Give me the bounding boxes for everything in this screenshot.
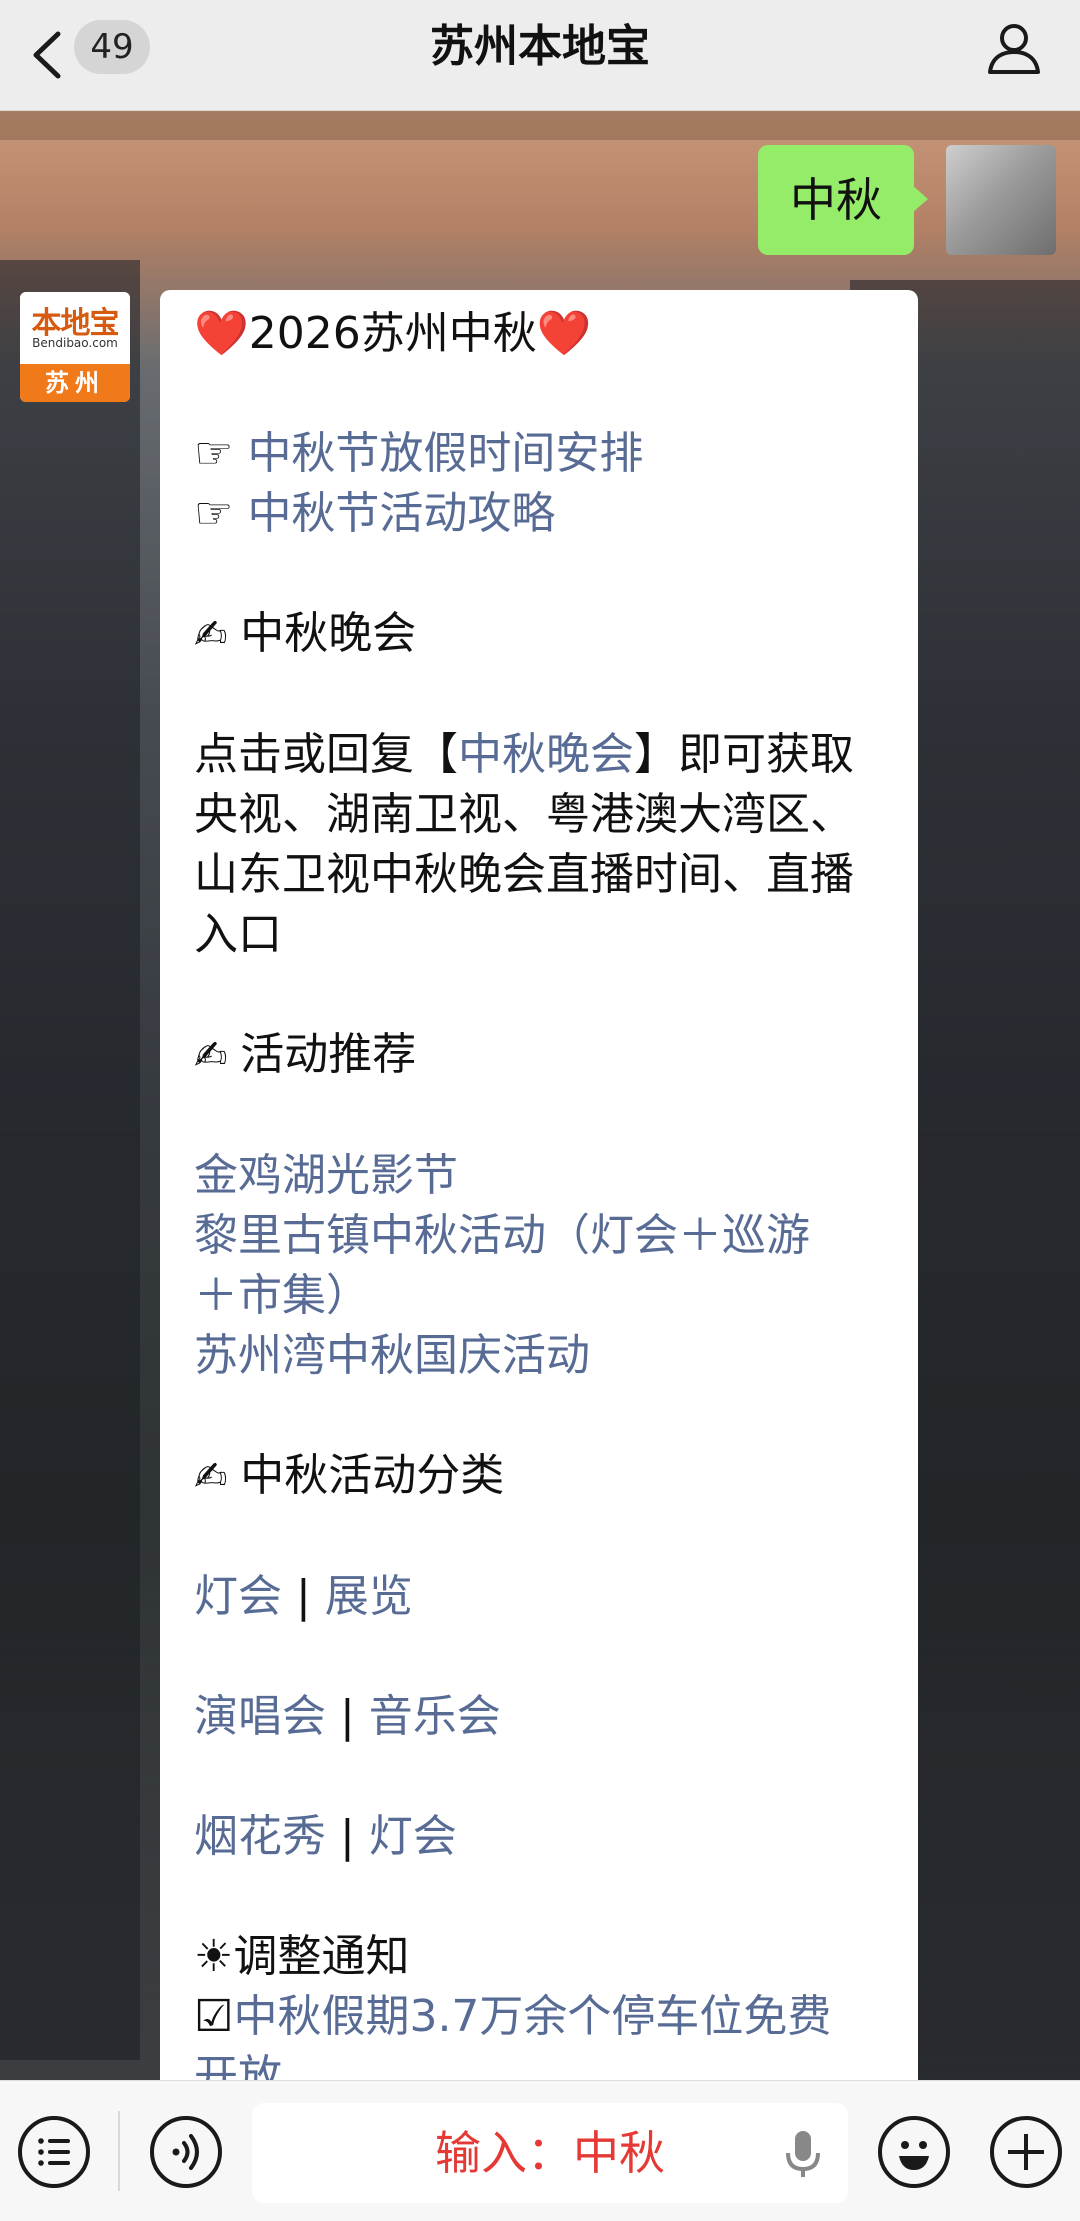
message-link[interactable]: 灯会 <box>194 1571 282 1622</box>
message-link[interactable]: 中秋节放假时间安排 <box>247 428 643 479</box>
smiley-icon <box>899 2141 929 2170</box>
message-line: ☑中秋假期3.7万余个停车位免费 <box>194 1987 884 2047</box>
message-line: 点击或回复【中秋晚会】即可获取 <box>194 725 884 785</box>
message-text: ☑ <box>194 1991 234 2042</box>
message-text: 调整通知 <box>233 1931 410 1982</box>
message-line: ✍ 中秋活动分类 <box>194 1446 884 1507</box>
chat-input-bar: 输入：中秋 <box>0 2080 1080 2221</box>
message-line: 灯会 | 展览 <box>194 1567 884 1627</box>
add-attachment-button[interactable] <box>990 2116 1062 2188</box>
avatar-domain-text: Bendibao.com <box>32 336 118 350</box>
message-input[interactable]: 输入：中秋 <box>252 2103 848 2203</box>
message-text: 中秋晚会 <box>240 608 417 659</box>
line-spacer <box>194 1747 884 1807</box>
message-link[interactable]: 演唱会 <box>194 1691 326 1742</box>
back-arrow-icon[interactable] <box>28 28 68 82</box>
message-line: ☀调整通知 <box>194 1927 884 1987</box>
message-link[interactable]: 中秋晚会 <box>458 729 634 780</box>
message-text: 入口 <box>194 909 282 960</box>
line-spacer <box>194 665 884 725</box>
writing-hand-icon: ✍ <box>194 1033 241 1079</box>
avatar-city-label: 苏州 <box>20 364 130 402</box>
message-text: ☀ <box>194 1931 234 1982</box>
message-link[interactable]: ＋市集） <box>194 1270 370 1321</box>
bot-message-bubble: ❤️2026苏州中秋❤️ ☞ 中秋节放假时间安排 ☞ 中秋节活动攻略 ✍ 中秋晚会 点击… <box>160 290 918 2090</box>
message-text: 活动推荐 <box>240 1029 417 1080</box>
message-link[interactable]: 音乐会 <box>369 1691 501 1742</box>
message-link[interactable]: 展览 <box>325 1571 413 1622</box>
message-link[interactable]: 中秋假期3.7万余个停车位免费 <box>233 1991 831 2042</box>
message-text: | <box>326 1691 369 1742</box>
microphone-icon[interactable] <box>780 2129 826 2179</box>
message-line: ＋市集） <box>194 1266 884 1326</box>
voice-wave-icon <box>172 2134 199 2170</box>
message-line: ☞ 中秋节放假时间安排 <box>194 424 884 484</box>
message-text: 中秋活动分类 <box>240 1450 505 1501</box>
plus-icon <box>1008 2134 1044 2170</box>
message-line: 金鸡湖光影节 <box>194 1146 884 1206</box>
bot-avatar[interactable]: 本地宝 Bendibao.com 苏州 <box>20 292 130 402</box>
message-line: 央视、湖南卫视、粤港澳大湾区、 <box>194 785 884 845</box>
message-text: | <box>326 1811 369 1862</box>
emoji-button[interactable] <box>878 2116 950 2188</box>
message-text: 山东卫视中秋晚会直播时间、直播 <box>194 849 854 900</box>
heart-emoji: ❤️ <box>536 308 592 359</box>
message-line: ✍ 活动推荐 <box>194 1025 884 1086</box>
line-spacer <box>194 364 884 424</box>
writing-hand-icon: ✍ <box>194 612 241 658</box>
line-spacer <box>194 544 884 604</box>
writing-hand-icon: ✍ <box>194 1454 241 1500</box>
bar-divider <box>118 2111 120 2191</box>
message-text: 点击或回复【 <box>194 729 458 780</box>
message-line: ❤️2026苏州中秋❤️ <box>194 304 884 364</box>
message-line: 烟花秀 | 灯会 <box>194 1807 884 1867</box>
line-spacer <box>194 1086 884 1146</box>
line-spacer <box>194 965 884 1025</box>
message-link[interactable]: 灯会 <box>369 1811 457 1862</box>
input-text: 输入：中秋 <box>435 2126 665 2180</box>
profile-icon[interactable] <box>984 18 1044 78</box>
message-link[interactable]: 苏州湾中秋国庆活动 <box>194 1330 590 1381</box>
unread-count-badge[interactable]: 49 <box>74 20 150 74</box>
message-text: 】即可获取 <box>634 729 854 780</box>
message-line: 苏州湾中秋国庆活动 <box>194 1326 884 1386</box>
chat-header: 49 苏州本地宝 <box>0 0 1080 111</box>
user-message-bubble[interactable]: 中秋 <box>758 145 928 255</box>
background-rooftop <box>0 110 1080 140</box>
message-text: ☞ <box>194 428 248 479</box>
line-spacer <box>194 1507 884 1567</box>
heart-emoji: ❤️ <box>194 308 249 359</box>
menu-list-button[interactable] <box>18 2116 90 2188</box>
message-link[interactable]: 烟花秀 <box>194 1811 326 1862</box>
message-line: ✍ 中秋晚会 <box>194 604 884 665</box>
message-line: 黎里古镇中秋活动（灯会＋巡游 <box>194 1206 884 1266</box>
voice-mode-button[interactable] <box>150 2116 222 2188</box>
message-line: 入口 <box>194 905 884 965</box>
message-text: ☞ <box>194 488 248 539</box>
message-line: 山东卫视中秋晚会直播时间、直播 <box>194 845 884 905</box>
line-spacer <box>194 1867 884 1927</box>
message-line: 演唱会 | 音乐会 <box>194 1687 884 1747</box>
message-link[interactable]: 金鸡湖光影节 <box>194 1150 458 1201</box>
message-link[interactable]: 中秋节活动攻略 <box>247 488 555 539</box>
message-link[interactable]: 黎里古镇中秋活动（灯会＋巡游 <box>194 1210 810 1261</box>
message-text: | <box>282 1571 325 1622</box>
message-line: ☞ 中秋节活动攻略 <box>194 484 884 544</box>
chat-title: 苏州本地宝 <box>430 21 650 72</box>
background-building <box>0 260 140 2060</box>
user-avatar[interactable] <box>946 145 1056 255</box>
message-text: 央视、湖南卫视、粤港澳大湾区、 <box>194 789 854 840</box>
line-spacer <box>194 1386 884 1446</box>
message-text: 2026苏州中秋 <box>248 308 537 359</box>
line-spacer <box>194 1627 884 1687</box>
list-icon <box>38 2138 70 2166</box>
